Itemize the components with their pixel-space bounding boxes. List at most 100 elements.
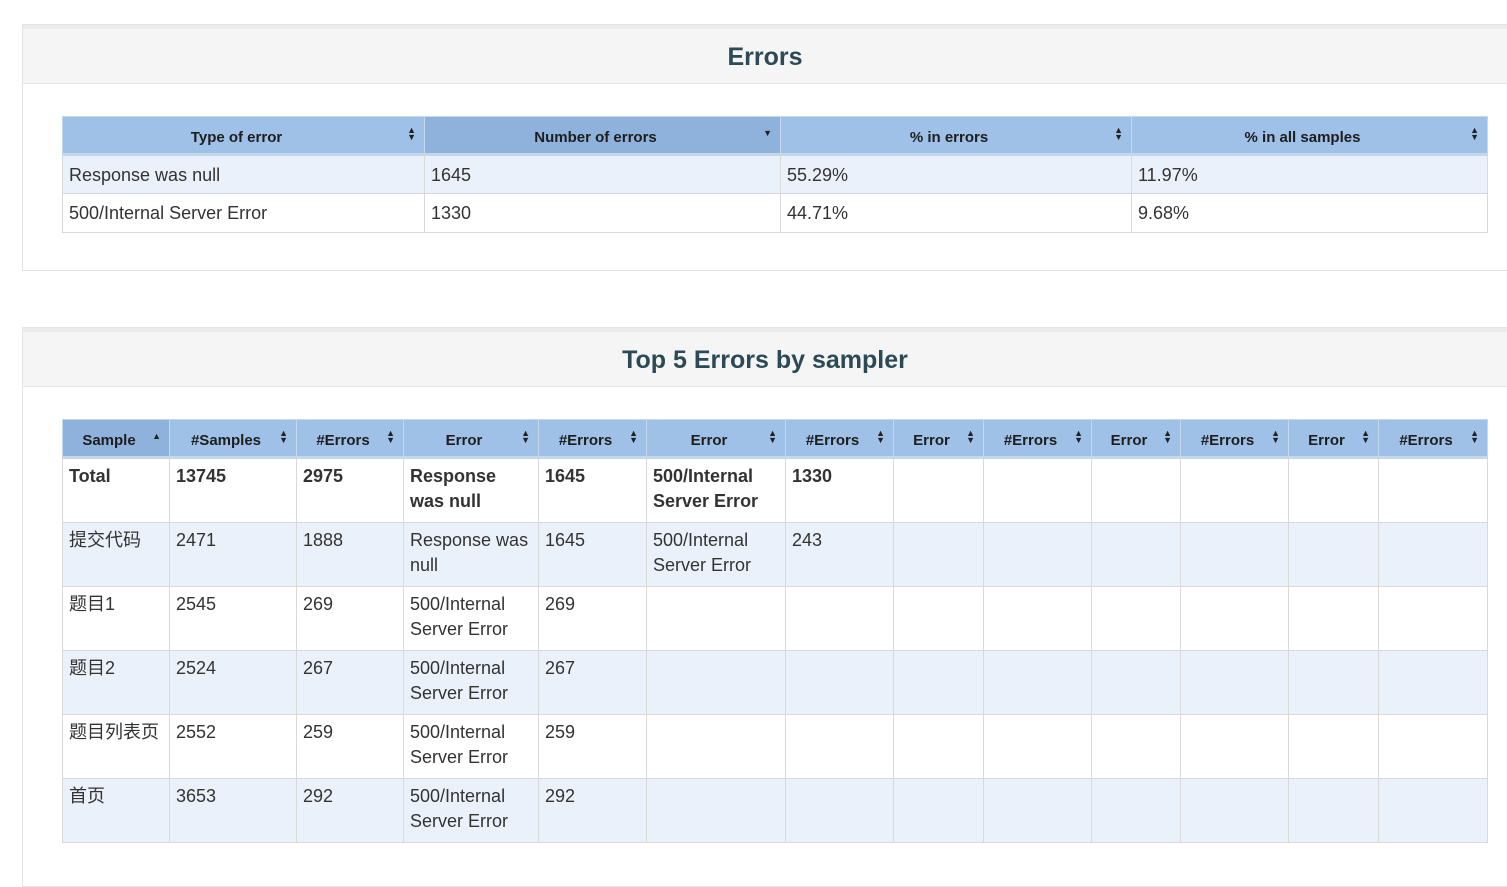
sort-both-icon: ▲ ▼ [876,428,885,445]
sort-both-icon: ▲ ▼ [521,428,530,445]
table-cell [1288,522,1379,587]
table-cell: Response was null [403,457,539,523]
table-cell: 500/Internal Server Error [403,650,539,715]
sort-both-icon: ▲ ▼ [1163,428,1172,445]
table-cell: 292 [538,778,647,843]
table-cell: 500/Internal Server Error [646,522,786,587]
table-cell: 2975 [296,457,404,523]
table-cell: 2552 [169,714,297,779]
table-cell: 292 [296,778,404,843]
table-cell: 1330 [424,193,781,233]
sort-both-icon: ▲ ▼ [1470,125,1479,142]
table-cell [893,650,984,715]
table-cell: 500/Internal Server Error [403,714,539,779]
table-cell [646,714,786,779]
total-row: Total 13745 2975 Response was null 1645 … [62,457,1488,523]
table-cell [1378,586,1488,651]
table-cell: 269 [296,586,404,651]
sort-both-icon: ▲ ▼ [629,428,638,445]
column-header-error-4[interactable]: Error ▲ ▼ [1091,419,1181,459]
table-cell [646,778,786,843]
table-cell [1180,714,1289,779]
table-cell [1180,650,1289,715]
table-cell [646,586,786,651]
sort-both-icon: ▲ ▼ [1470,428,1479,445]
table-cell: 1645 [424,154,781,194]
table-cell [983,650,1092,715]
table-cell: 55.29% [780,154,1132,194]
table-cell [983,586,1092,651]
sort-both-icon: ▲ ▼ [966,428,975,445]
column-header-errors-5[interactable]: #Errors ▲ ▼ [1378,419,1488,459]
table-cell: 267 [296,650,404,715]
sort-both-icon: ▲ ▼ [386,428,395,445]
table-row: 题目2 2524 267 500/Internal Server Error 267 [62,650,1488,715]
table-cell [1091,457,1181,523]
table-row: 题目列表页 2552 259 500/Internal Server Error 259 [62,714,1488,779]
table-cell: 243 [785,522,894,587]
sort-both-icon: ▲ ▼ [768,428,777,445]
column-header-pct-in-errors[interactable]: % in errors ▲ ▼ [780,116,1132,156]
table-cell [1378,522,1488,587]
table-cell [1288,586,1379,651]
column-header-error-3[interactable]: Error ▲ ▼ [893,419,984,459]
errors-table: Type of error ▲ ▼ Number of errors ▼ % in e… [62,116,1488,233]
table-cell: 259 [296,714,404,779]
table-cell: 1645 [538,522,647,587]
column-header-error-2[interactable]: Error ▲ ▼ [646,419,786,459]
table-cell: 500/Internal Server Error [403,778,539,843]
table-cell [983,714,1092,779]
table-cell: 3653 [169,778,297,843]
table-cell [1378,778,1488,843]
table-cell: 1645 [538,457,647,523]
table-cell [983,778,1092,843]
table-cell [1091,714,1181,779]
sort-both-icon: ▲ ▼ [1074,428,1083,445]
table-cell [893,714,984,779]
table-cell: 269 [538,586,647,651]
table-cell: 题目列表页 [62,714,170,779]
column-header-sample[interactable]: Sample ▲ [62,419,170,459]
table-cell [1180,457,1289,523]
sort-both-icon: ▲ ▼ [1361,428,1370,445]
table-cell [1091,778,1181,843]
column-header-number-of-errors[interactable]: Number of errors ▼ [424,116,781,156]
table-cell: 500/Internal Server Error [403,586,539,651]
table-cell [1378,714,1488,779]
table-row: 题目1 2545 269 500/Internal Server Error 269 [62,586,1488,651]
table-cell: 9.68% [1131,193,1488,233]
column-header-errors-1[interactable]: #Errors ▲ ▼ [538,419,647,459]
table-cell [1378,457,1488,523]
table-cell: 2524 [169,650,297,715]
column-header-error-5[interactable]: Error ▲ ▼ [1288,419,1379,459]
table-cell [785,586,894,651]
column-header-errors-4[interactable]: #Errors ▲ ▼ [1180,419,1289,459]
sort-both-icon: ▲ ▼ [1271,428,1280,445]
table-cell [1091,522,1181,587]
table-cell: 500/Internal Server Error [62,193,425,233]
top5-table-body: Total 13745 2975 Response was null 1645 … [62,457,1488,843]
table-cell: 13745 [169,457,297,523]
table-cell: 题目1 [62,586,170,651]
sort-both-icon: ▲ ▼ [1114,125,1123,142]
column-header-samples[interactable]: #Samples ▲ ▼ [169,419,297,459]
top5-errors-heading: Top 5 Errors by sampler [23,328,1507,387]
table-cell: 267 [538,650,647,715]
table-cell: Total [62,457,170,523]
table-cell: 259 [538,714,647,779]
column-header-pct-in-all-samples[interactable]: % in all samples ▲ ▼ [1131,116,1488,156]
column-header-errors[interactable]: #Errors ▲ ▼ [296,419,404,459]
table-cell: 1330 [785,457,894,523]
column-header-type-of-error[interactable]: Type of error ▲ ▼ [62,116,425,156]
column-header-error-1[interactable]: Error ▲ ▼ [403,419,539,459]
table-cell: Response was null [62,154,425,194]
table-cell [1288,457,1379,523]
table-cell [646,650,786,715]
table-cell [785,714,894,779]
errors-heading: Errors [23,25,1507,84]
table-cell [983,457,1092,523]
column-header-errors-3[interactable]: #Errors ▲ ▼ [983,419,1092,459]
table-cell [1378,650,1488,715]
table-cell [1091,650,1181,715]
column-header-errors-2[interactable]: #Errors ▲ ▼ [785,419,894,459]
